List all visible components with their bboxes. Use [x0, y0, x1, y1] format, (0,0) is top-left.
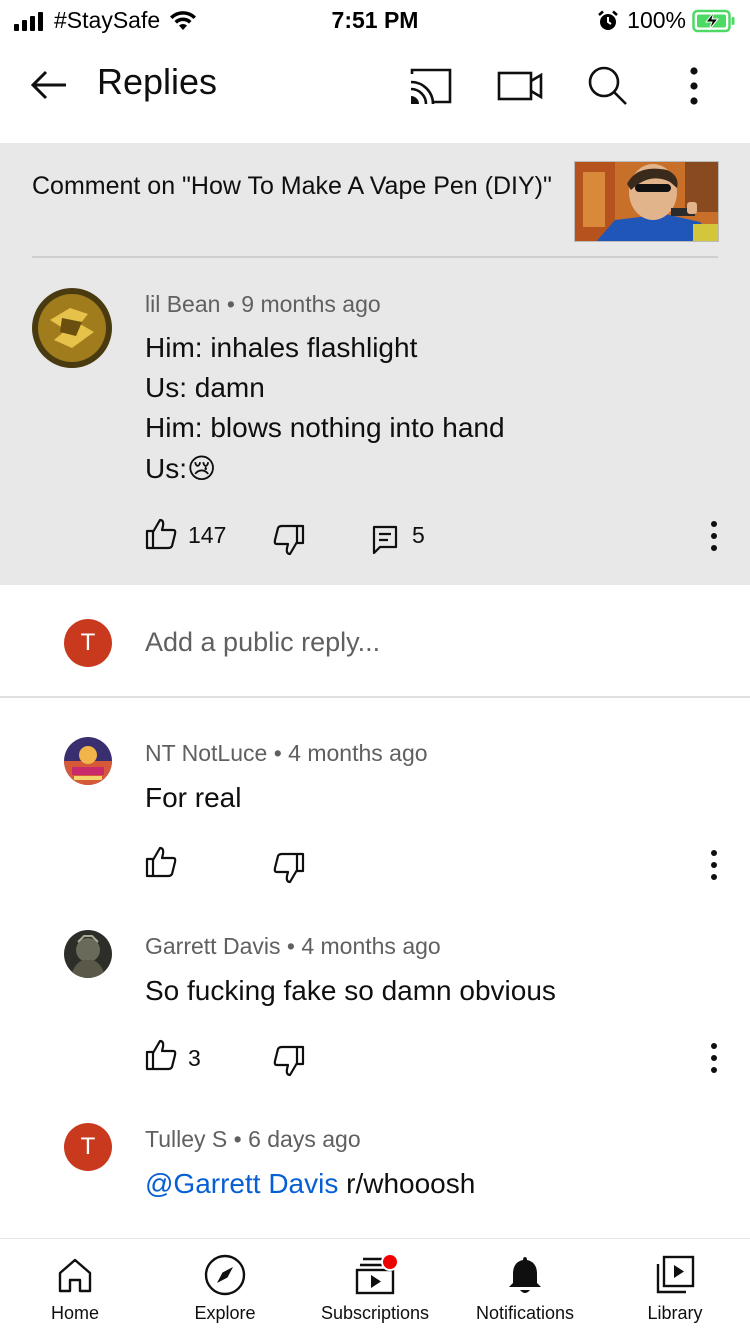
- status-bar: #StaySafe 7:51 PM 100%: [0, 0, 750, 40]
- app-bar: Replies: [0, 42, 750, 130]
- like-icon[interactable]: [144, 1038, 178, 1072]
- nav-label: Library: [647, 1303, 703, 1323]
- divider: [32, 256, 718, 258]
- bell-icon: [509, 1257, 541, 1293]
- comment-time: 4 months ago: [301, 933, 441, 959]
- more-vert-icon[interactable]: [668, 60, 720, 112]
- library-icon: [656, 1255, 695, 1294]
- home-icon: [58, 1258, 92, 1293]
- comment-time: 6 days ago: [248, 1126, 361, 1152]
- author-name[interactable]: lil Bean: [145, 291, 220, 317]
- notification-badge: [381, 1253, 399, 1271]
- video-camera-icon[interactable]: [494, 60, 546, 112]
- parent-comment-section: Comment on "How To Make A Vape Pen (DIY)…: [0, 143, 750, 585]
- nav-library[interactable]: Library: [600, 1239, 750, 1334]
- bottom-nav: Home Explore Subscriptions Notifications…: [0, 1238, 750, 1334]
- reply-input[interactable]: Add a public reply...: [145, 627, 380, 658]
- dislike-icon[interactable]: [272, 1044, 306, 1078]
- reply-input-row[interactable]: T Add a public reply...: [0, 585, 750, 698]
- status-right: 100%: [597, 7, 736, 34]
- compass-icon: [204, 1254, 246, 1296]
- like-icon[interactable]: [144, 517, 178, 551]
- reply-text: @Garrett Davis r/whooosh: [145, 1168, 475, 1200]
- avatar[interactable]: T: [64, 1123, 112, 1171]
- dislike-icon[interactable]: [272, 851, 306, 885]
- nav-home[interactable]: Home: [0, 1239, 150, 1334]
- comment-meta: Garrett Davis • 4 months ago: [145, 933, 441, 959]
- battery-percent: 100%: [627, 7, 686, 33]
- nav-label: Subscriptions: [320, 1303, 430, 1323]
- user-avatar: T: [64, 619, 112, 667]
- comment-meta: NT NotLuce • 4 months ago: [145, 740, 428, 766]
- page-title: Replies: [97, 61, 218, 102]
- reply-text: So fucking fake so damn obvious: [145, 975, 556, 1006]
- like-icon[interactable]: [144, 845, 178, 879]
- nav-explore[interactable]: Explore: [150, 1239, 300, 1334]
- comment-more-icon[interactable]: [709, 519, 719, 553]
- comment-meta: lil Bean • 9 months ago: [145, 291, 381, 317]
- mention-link[interactable]: @Garrett Davis: [145, 1168, 338, 1199]
- nav-label: Explore: [194, 1303, 256, 1323]
- author-name[interactable]: Tulley S: [145, 1126, 227, 1152]
- author-name[interactable]: NT NotLuce: [145, 740, 267, 766]
- nav-subscriptions[interactable]: Subscriptions: [300, 1239, 450, 1334]
- alarm-icon: [598, 10, 618, 30]
- comment-meta: Tulley S • 6 days ago: [145, 1126, 361, 1152]
- reply-text: For real: [145, 782, 242, 813]
- battery-charging-icon: [692, 9, 735, 32]
- author-name[interactable]: Garrett Davis: [145, 933, 280, 959]
- nav-label: Home: [50, 1303, 99, 1323]
- cast-icon[interactable]: [404, 60, 456, 112]
- like-count: 3: [188, 1045, 201, 1071]
- dislike-icon[interactable]: [272, 523, 306, 557]
- comment-time: 9 months ago: [241, 291, 381, 317]
- video-thumbnail[interactable]: [574, 161, 719, 242]
- avatar[interactable]: [64, 930, 112, 978]
- comment-text-line: Us:😢: [145, 453, 217, 484]
- comment-time: 4 months ago: [288, 740, 428, 766]
- search-icon[interactable]: [582, 60, 634, 112]
- comment-more-icon[interactable]: [709, 1041, 719, 1075]
- video-context-title[interactable]: Comment on "How To Make A Vape Pen (DIY)…: [32, 171, 552, 201]
- comment-more-icon[interactable]: [709, 848, 719, 882]
- comment-text-line: Him: blows nothing into hand: [145, 412, 505, 443]
- comment-text-line: Us: damn: [145, 372, 265, 403]
- like-count: 147: [188, 522, 227, 548]
- nav-notifications[interactable]: Notifications: [450, 1239, 600, 1334]
- reply-text-content: r/whooosh: [338, 1168, 476, 1199]
- back-arrow-icon[interactable]: [24, 60, 74, 110]
- reply-count: 5: [412, 522, 425, 548]
- comment-text-line: Him: inhales flashlight: [145, 332, 418, 363]
- nav-label: Notifications: [475, 1303, 575, 1323]
- reply-icon[interactable]: [370, 523, 404, 557]
- avatar[interactable]: [64, 737, 112, 785]
- avatar[interactable]: [32, 288, 112, 368]
